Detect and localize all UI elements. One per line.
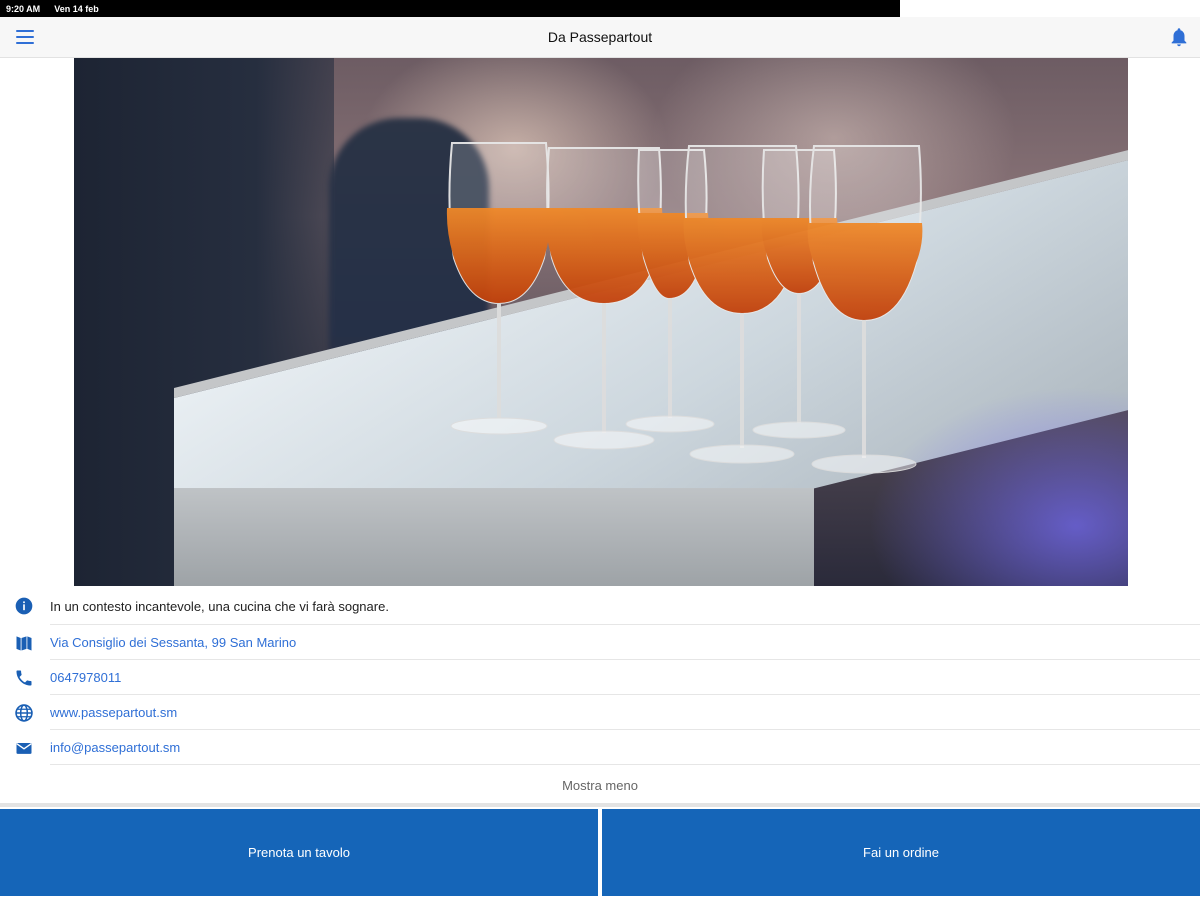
book-table-button[interactable]: Prenota un tavolo — [0, 809, 598, 896]
status-bar: 9:20 AM Ven 14 feb — [0, 0, 900, 17]
action-bar: Prenota un tavolo Fai un ordine — [0, 809, 1200, 896]
spritz-glasses-icon — [446, 142, 923, 474]
website-row[interactable]: www.passepartout.sm — [0, 695, 1200, 730]
status-date: Ven 14 feb — [54, 3, 99, 14]
hero-image — [74, 58, 1128, 586]
email-link[interactable]: info@passepartout.sm — [50, 740, 180, 755]
section-divider — [0, 803, 1200, 807]
phone-row[interactable]: 0647978011 — [0, 660, 1200, 695]
place-order-button[interactable]: Fai un ordine — [602, 809, 1200, 896]
phone-icon — [16, 670, 32, 686]
app-screen: 9:20 AM Ven 14 feb Da Passepartout In un… — [0, 0, 1200, 900]
description-row: In un contesto incantevole, una cucina c… — [0, 588, 1200, 625]
map-icon — [16, 636, 32, 651]
app-header: Da Passepartout — [0, 17, 1200, 58]
mail-icon — [16, 743, 32, 754]
address-row[interactable]: Via Consiglio dei Sessanta, 99 San Marin… — [0, 625, 1200, 660]
website-link[interactable]: www.passepartout.sm — [50, 705, 177, 720]
page-title: Da Passepartout — [547, 29, 653, 45]
email-row[interactable]: info@passepartout.sm — [0, 730, 1200, 765]
globe-icon — [15, 704, 33, 722]
description-text: In un contesto incantevole, una cucina c… — [50, 599, 389, 614]
address-link[interactable]: Via Consiglio dei Sessanta, 99 San Marin… — [50, 635, 296, 650]
show-less-toggle[interactable]: Mostra meno — [0, 767, 1200, 803]
bell-icon[interactable] — [1168, 26, 1190, 48]
status-time: 9:20 AM — [6, 3, 41, 14]
menu-icon[interactable] — [14, 28, 36, 46]
info-icon — [15, 597, 33, 615]
phone-link[interactable]: 0647978011 — [50, 670, 121, 685]
restaurant-info-list: In un contesto incantevole, una cucina c… — [0, 588, 1200, 765]
